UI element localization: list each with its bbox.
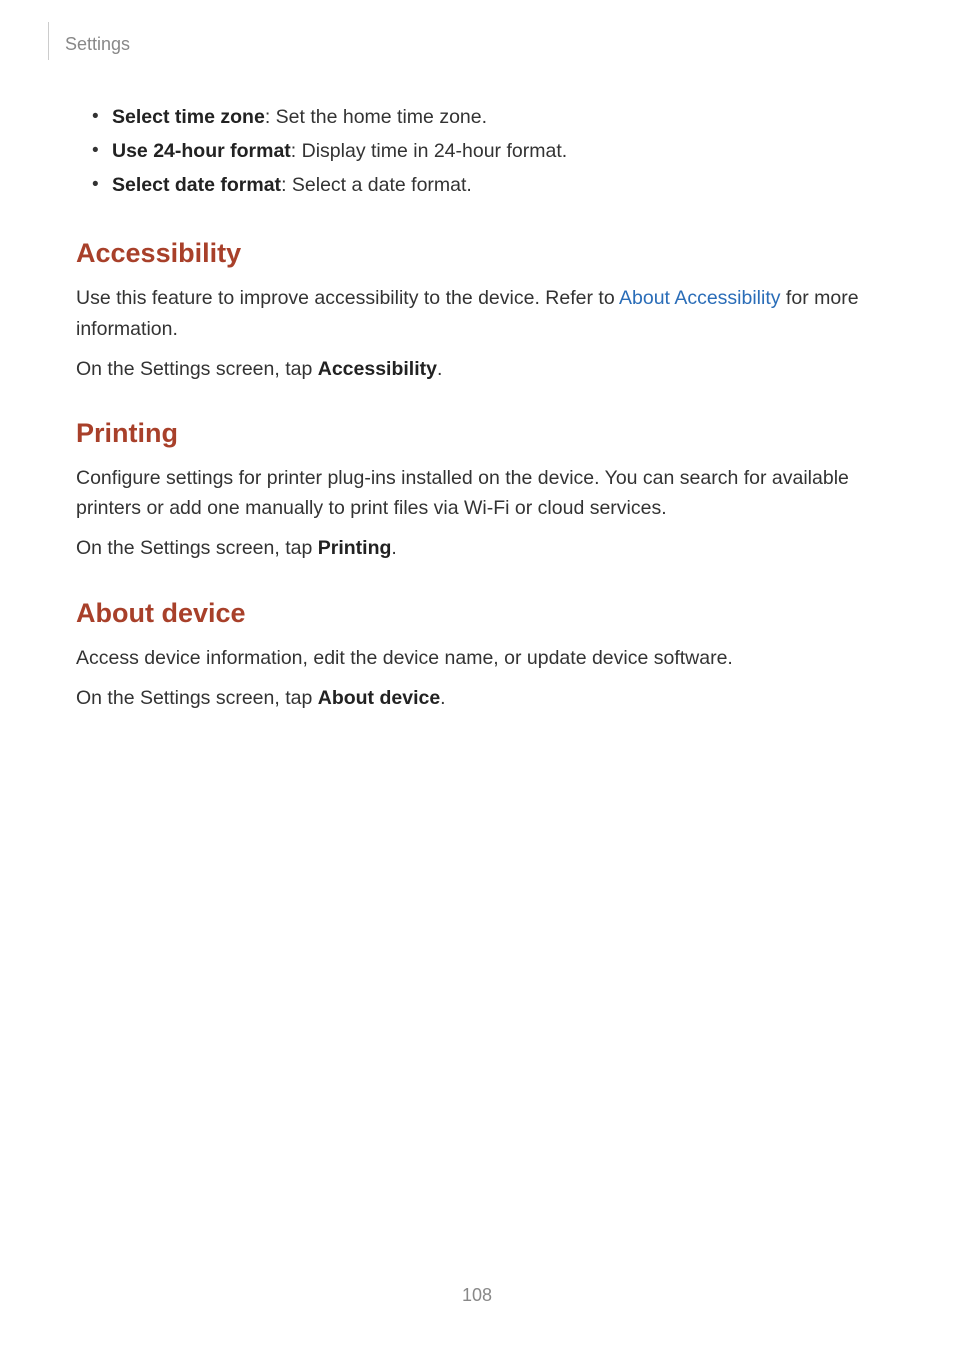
list-item-term: Select time zone (112, 106, 265, 128)
section-about-device: About device Access device information, … (76, 598, 878, 713)
section-heading: Printing (76, 418, 878, 449)
text-pre: On the Settings screen, tap (76, 687, 318, 709)
bullet-list: Select time zone: Set the home time zone… (76, 100, 878, 202)
list-item-desc: : Set the home time zone. (265, 106, 487, 128)
body-text: On the Settings screen, tap Accessibilit… (76, 354, 878, 384)
section-heading: About device (76, 598, 878, 629)
list-item-desc: : Display time in 24-hour format. (291, 140, 567, 162)
tap-target: Accessibility (318, 358, 437, 380)
body-text: Access device information, edit the devi… (76, 643, 878, 673)
header-divider (48, 22, 49, 60)
breadcrumb: Settings (65, 34, 130, 55)
tap-target: Printing (318, 537, 392, 559)
text-post: . (440, 687, 445, 709)
text-pre: Use this feature to improve accessibilit… (76, 287, 619, 309)
page-header: Settings (0, 0, 954, 80)
list-item-term: Select date format (112, 174, 281, 196)
section-heading: Accessibility (76, 238, 878, 269)
list-item: Use 24-hour format: Display time in 24-h… (94, 134, 878, 168)
page-number: 108 (0, 1285, 954, 1306)
text-post: . (391, 537, 396, 559)
link-about-accessibility[interactable]: About Accessibility (619, 287, 781, 309)
text-pre: On the Settings screen, tap (76, 358, 318, 380)
page-content: Select time zone: Set the home time zone… (0, 80, 954, 713)
section-printing: Printing Configure settings for printer … (76, 418, 878, 564)
list-item-desc: : Select a date format. (281, 174, 472, 196)
text-pre: On the Settings screen, tap (76, 537, 318, 559)
body-text: Use this feature to improve accessibilit… (76, 283, 878, 343)
body-text: Configure settings for printer plug-ins … (76, 463, 878, 523)
body-text: On the Settings screen, tap Printing. (76, 533, 878, 563)
section-accessibility: Accessibility Use this feature to improv… (76, 238, 878, 384)
list-item-term: Use 24-hour format (112, 140, 291, 162)
body-text: On the Settings screen, tap About device… (76, 683, 878, 713)
tap-target: About device (318, 687, 440, 709)
list-item: Select date format: Select a date format… (94, 168, 878, 202)
list-item: Select time zone: Set the home time zone… (94, 100, 878, 134)
text-post: . (437, 358, 442, 380)
